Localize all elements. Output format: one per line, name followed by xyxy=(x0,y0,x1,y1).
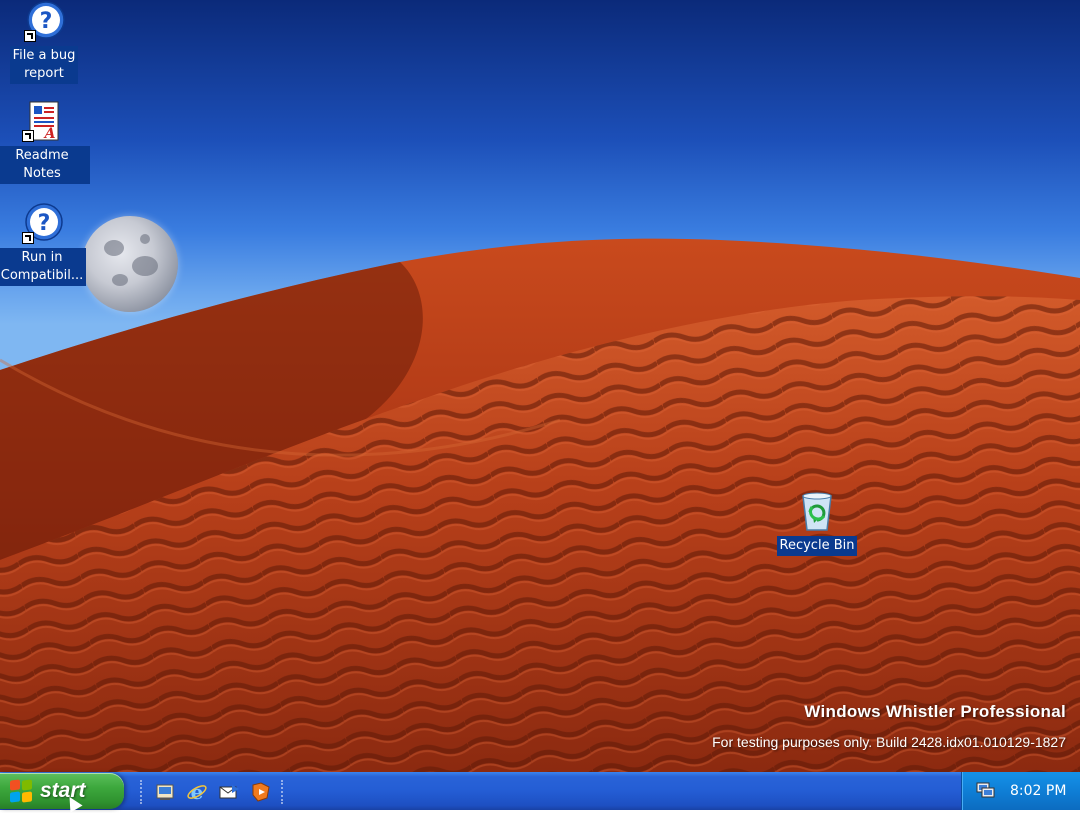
desktop-icon-readme-notes[interactable]: A Readme Notes xyxy=(0,100,90,184)
outlook-express-icon[interactable] xyxy=(217,780,241,804)
svg-text:?: ? xyxy=(38,211,51,236)
desktop-icon-run-in-compatibility[interactable]: ? Run in Compatibil... xyxy=(0,202,90,286)
quick-launch-bar: e xyxy=(140,780,286,804)
desktop-icon-label: Recycle Bin xyxy=(776,536,858,556)
svg-text:?: ? xyxy=(40,9,53,34)
toolbar-grip[interactable] xyxy=(281,780,286,804)
document-shortcut-icon: A xyxy=(20,100,64,144)
desktop-icon-label: Run in Compatibil... xyxy=(0,248,87,286)
desktop-icon-label: File a bug report xyxy=(9,46,79,84)
moon xyxy=(82,216,178,312)
recycle-bin-icon xyxy=(795,490,839,534)
svg-text:e: e xyxy=(191,781,204,803)
desktop[interactable]: ? File a bug report A Readme Notes ? Run… xyxy=(0,0,1080,772)
taskbar: start e 8:02 PM xyxy=(0,772,1080,810)
clock[interactable]: 8:02 PM xyxy=(1010,783,1066,799)
toolbar-grip[interactable] xyxy=(140,780,145,804)
system-tray: 8:02 PM xyxy=(961,772,1080,810)
desktop-icon-label: Readme Notes xyxy=(0,146,90,184)
build-text: For testing purposes only. Build 2428.id… xyxy=(712,734,1066,750)
help-shortcut-icon: ? xyxy=(20,202,64,246)
network-icon[interactable] xyxy=(974,778,996,804)
product-name: Windows Whistler Professional xyxy=(804,702,1066,721)
windows-flag-icon xyxy=(10,779,32,803)
desktop-icon-file-a-bug-report[interactable]: ? File a bug report xyxy=(0,0,92,84)
start-label: start xyxy=(40,779,86,802)
desktop-icon-recycle-bin[interactable]: Recycle Bin xyxy=(769,490,865,556)
windows-media-player-icon[interactable] xyxy=(249,780,273,804)
show-desktop-icon[interactable] xyxy=(153,780,177,804)
svg-text:A: A xyxy=(43,126,56,142)
help-shortcut-icon: ? xyxy=(22,0,66,44)
windows-build-branding: Windows Whistler Professional For testin… xyxy=(712,702,1066,750)
start-button[interactable]: start xyxy=(0,773,124,809)
internet-explorer-icon[interactable]: e xyxy=(185,780,209,804)
desert-wallpaper xyxy=(0,238,1080,772)
